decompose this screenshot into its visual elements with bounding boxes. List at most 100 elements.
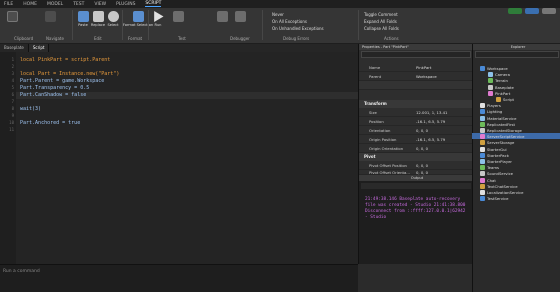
property-row[interactable]: Pivot Offset Orienta... 0, 0, 0 bbox=[359, 168, 473, 175]
explorer-item[interactable]: StarterPlayer bbox=[480, 159, 512, 164]
output-filter-bar[interactable] bbox=[361, 183, 471, 189]
explorer-item-label: Camera bbox=[495, 72, 510, 78]
tree-item-icon bbox=[480, 152, 485, 158]
toggle-comment-button[interactable]: Toggle Comment bbox=[364, 12, 398, 17]
explorer-item-label: Chat bbox=[487, 177, 496, 183]
menu-tab-script[interactable]: SCRIPT bbox=[145, 1, 162, 7]
code-text: Part.Transparency = 0.5 bbox=[20, 85, 90, 91]
explorer-item[interactable]: Baseplate bbox=[488, 84, 514, 90]
explorer-item[interactable]: Script bbox=[496, 97, 514, 102]
explorer-item-label: Terrain bbox=[495, 78, 508, 84]
explorer-item[interactable]: StarterGui bbox=[480, 146, 507, 152]
debug-all-exceptions-option[interactable]: On All Exceptions bbox=[272, 19, 307, 24]
explorer-item-label: PinkPart bbox=[495, 90, 511, 96]
tree-item-icon bbox=[480, 103, 485, 109]
tree-item-icon bbox=[480, 165, 485, 171]
property-row[interactable] bbox=[359, 81, 473, 90]
explorer-item[interactable]: TextChatService bbox=[480, 183, 518, 189]
explorer-item[interactable]: ServerScriptService bbox=[480, 134, 525, 140]
tab-script[interactable]: Script bbox=[28, 44, 50, 52]
explorer-item-label: MaterialService bbox=[487, 115, 517, 121]
explorer-item[interactable]: Players bbox=[480, 103, 501, 109]
explorer-item-label: Lighting bbox=[487, 109, 503, 115]
explorer-item[interactable]: MaterialService bbox=[480, 115, 517, 121]
line-number: 6 bbox=[11, 92, 14, 97]
debug-unhandled-option[interactable]: On Unhandled Exceptions bbox=[272, 26, 324, 31]
run-button[interactable]: Run bbox=[150, 11, 166, 27]
line-gutter: 1 2 3 4 5 6 7 8 9 10 11 bbox=[0, 52, 16, 264]
tree-item-icon bbox=[480, 140, 485, 146]
explorer-item-label: ReplicatedStorage bbox=[487, 128, 522, 133]
share-icon[interactable] bbox=[525, 8, 539, 14]
menu-file[interactable]: FILE bbox=[4, 2, 13, 7]
property-row[interactable]: Origin Orientation 0, 0, 0 bbox=[359, 144, 473, 153]
section-pivot[interactable]: Pivot bbox=[359, 153, 473, 161]
navigate-button[interactable] bbox=[42, 11, 58, 22]
line-number: 11 bbox=[9, 127, 14, 132]
format-selection-button[interactable]: Format Selection bbox=[123, 11, 153, 27]
explorer-item[interactable]: SoundService bbox=[480, 171, 513, 177]
select-button[interactable]: Select bbox=[105, 11, 121, 27]
explorer-item[interactable]: ServerStorage bbox=[480, 140, 514, 146]
expand-folds-button[interactable]: Expand All Folds bbox=[364, 19, 397, 24]
property-row[interactable]: Position -16.1, 6.5, 5.79 bbox=[359, 117, 473, 126]
team-create-icon[interactable] bbox=[508, 8, 522, 14]
property-row[interactable]: Origin Position -16.1, 6.5, 5.79 bbox=[359, 135, 473, 144]
command-bar[interactable]: Run a command bbox=[0, 264, 358, 292]
explorer-item-label: Baseplate bbox=[495, 84, 514, 90]
explorer-title: Explorer bbox=[473, 44, 560, 50]
tree-item-icon bbox=[480, 183, 485, 189]
menu-tab-test[interactable]: TEST bbox=[73, 2, 84, 7]
collapse-folds-button[interactable]: Collapse All Folds bbox=[364, 26, 399, 31]
explorer-item[interactable]: TestService bbox=[480, 196, 509, 202]
menu-tab-view[interactable]: VIEW bbox=[94, 2, 106, 7]
menu-tab-model[interactable]: MODEL bbox=[47, 2, 63, 7]
explorer-item[interactable]: Lighting bbox=[480, 109, 503, 115]
menu-bar: FILE HOME MODEL TEST VIEW PLUGINS SCRIPT bbox=[0, 0, 560, 8]
explorer-item-label: StarterPlayer bbox=[487, 159, 512, 164]
navigate-icon bbox=[44, 11, 56, 22]
output-log: 21:49:38.146 Baseplate auto-recovery fil… bbox=[365, 197, 466, 220]
breakpoint-button[interactable] bbox=[232, 11, 248, 22]
explorer-item[interactable]: Chat bbox=[480, 177, 496, 183]
tree-item-icon bbox=[480, 121, 485, 127]
section-transform[interactable]: Transform bbox=[359, 100, 473, 108]
group-clipboard: Clipboard bbox=[14, 36, 34, 41]
explorer-item-label: StarterGui bbox=[487, 146, 507, 152]
menu-tab-home[interactable]: HOME bbox=[23, 2, 37, 7]
explorer-item-label: LocalizationService bbox=[487, 190, 524, 195]
explorer-item[interactable]: Terrain bbox=[488, 78, 508, 84]
explorer-filter-input[interactable] bbox=[475, 51, 559, 58]
debug-never-option[interactable]: Never bbox=[272, 12, 284, 17]
user-avatar[interactable] bbox=[542, 8, 556, 14]
clipboard-icon bbox=[6, 11, 18, 22]
explorer-item[interactable]: Teams bbox=[480, 165, 499, 171]
explorer-item[interactable]: StarterPack bbox=[480, 152, 509, 158]
tree-item-icon bbox=[480, 109, 485, 115]
step-button[interactable] bbox=[214, 11, 230, 22]
code-line-6: Part.CanShadow = false bbox=[20, 92, 86, 98]
debug-button[interactable] bbox=[170, 11, 186, 22]
clipboard-button[interactable] bbox=[4, 11, 20, 22]
tab-baseplate[interactable]: Baseplate bbox=[0, 44, 29, 52]
explorer-item[interactable]: LocalizationService bbox=[480, 190, 524, 195]
property-row[interactable]: Name PinkPart bbox=[359, 63, 473, 72]
explorer-item[interactable]: Workspace bbox=[480, 66, 508, 71]
code-line-8: wait(3) bbox=[20, 106, 41, 112]
explorer-item[interactable]: ReplicatedStorage bbox=[480, 128, 522, 133]
property-row[interactable]: Size 12.001, 1, 13.41 bbox=[359, 108, 473, 117]
explorer-item[interactable]: PinkPart bbox=[488, 90, 511, 96]
line-number: 5 bbox=[11, 85, 14, 90]
paste-button[interactable]: Paste bbox=[75, 11, 91, 27]
tree-item-icon bbox=[488, 84, 493, 90]
breakpoint-icon bbox=[234, 11, 246, 22]
menu-tab-plugins[interactable]: PLUGINS bbox=[116, 2, 135, 7]
property-row[interactable]: Orientation 0, 0, 0 bbox=[359, 126, 473, 135]
explorer-item[interactable]: ReplicatedFirst bbox=[480, 121, 515, 127]
script-editor[interactable]: 1 2 3 4 5 6 7 8 9 10 11 local PinkPart =… bbox=[0, 52, 358, 264]
explorer-item[interactable]: Camera bbox=[488, 72, 510, 78]
replace-button[interactable]: Replace bbox=[90, 11, 106, 27]
property-row[interactable]: Parent Workspace bbox=[359, 72, 473, 81]
group-format: Format bbox=[128, 36, 143, 41]
properties-filter-input[interactable] bbox=[361, 51, 471, 58]
